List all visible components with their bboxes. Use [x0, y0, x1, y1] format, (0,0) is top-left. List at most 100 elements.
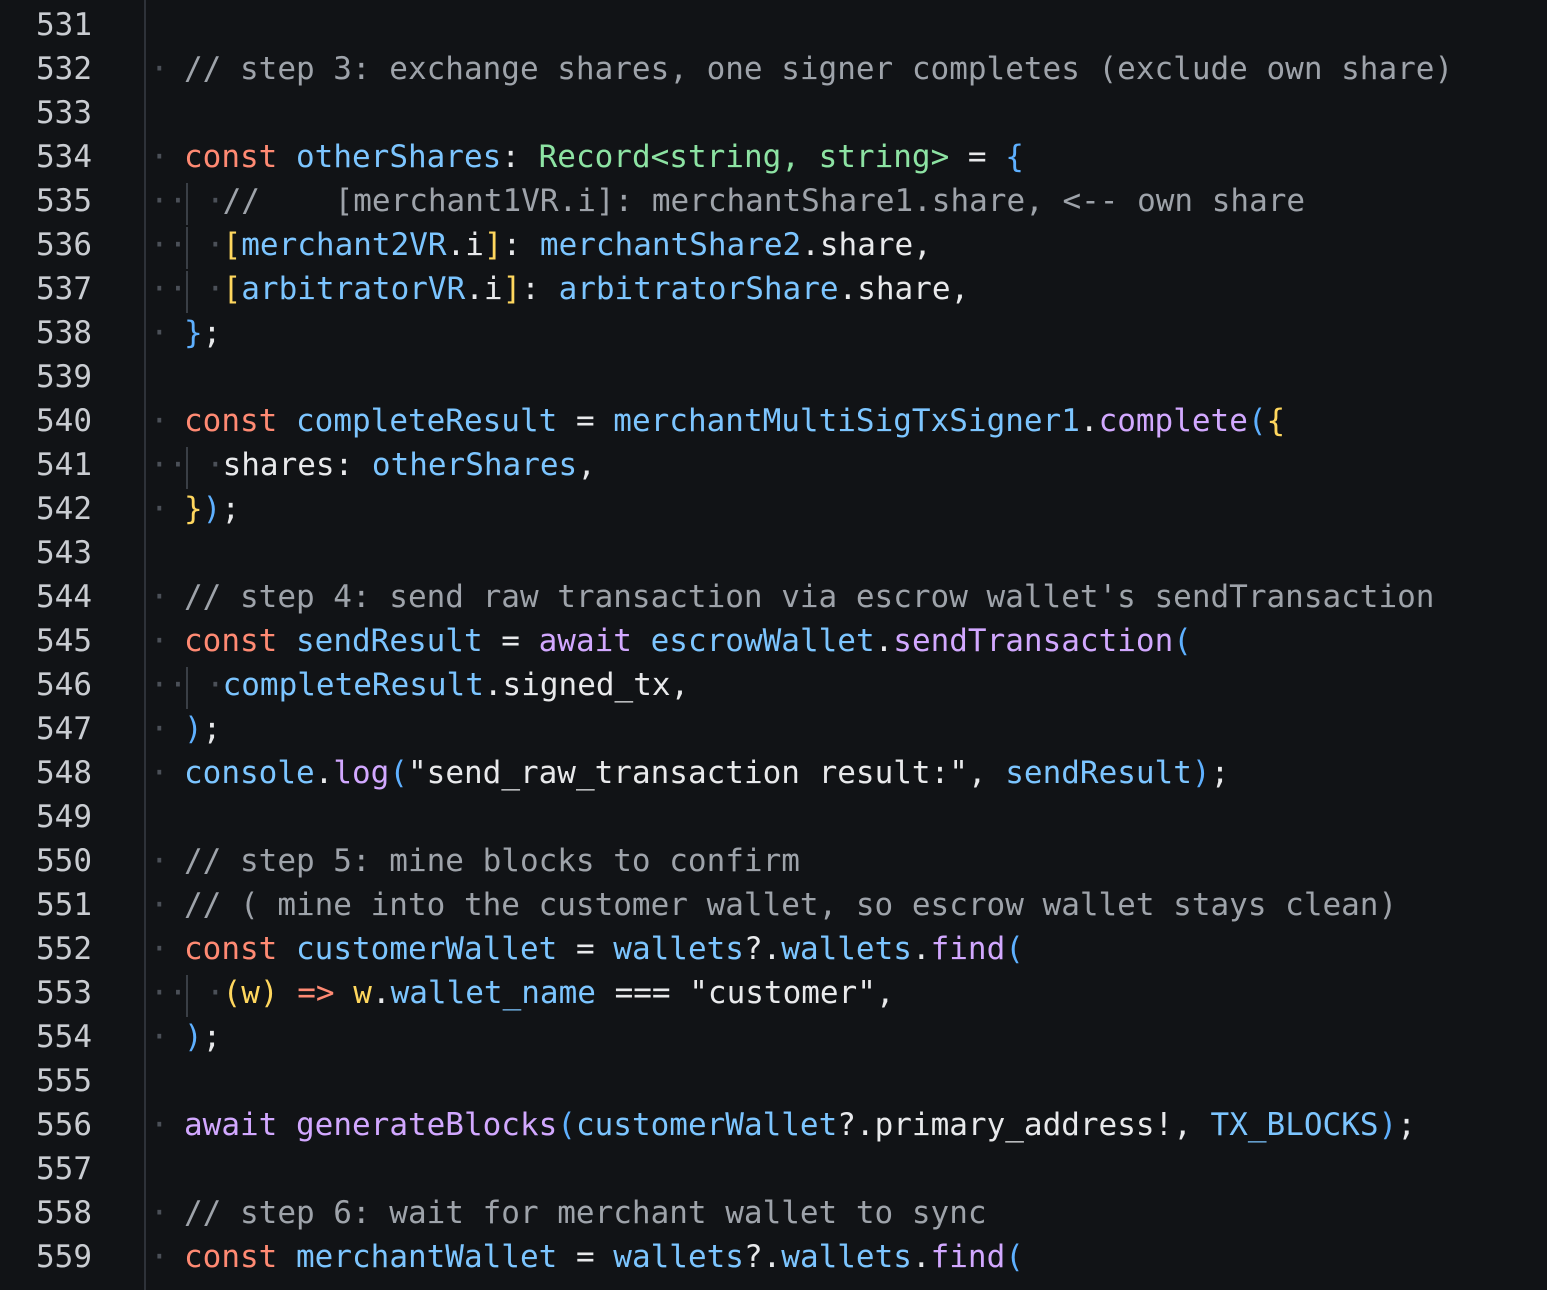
code-token: await [184, 1107, 278, 1143]
code-token: . [911, 931, 931, 967]
code-token: find [930, 931, 1006, 967]
code-token: merchantMultiSigTxSigner1 [613, 403, 1080, 439]
line-number: 532 [36, 51, 92, 87]
code-line[interactable]: }); [184, 487, 240, 531]
code-token: // step 3: exchange shares, one signer c… [184, 51, 1454, 87]
code-line[interactable]: shares: otherShares, [223, 443, 596, 487]
code-token: ] [502, 271, 522, 307]
code-token: : [501, 139, 539, 175]
whitespace-marker: · [150, 1195, 169, 1231]
code-token: ; [221, 491, 241, 527]
code-line[interactable]: const otherShares: Record<string, string… [184, 135, 1024, 179]
line-number: 553 [36, 975, 92, 1011]
code-token: const [184, 403, 278, 439]
code-line[interactable]: // step 5: mine blocks to confirm [184, 839, 800, 883]
code-line[interactable]: completeResult.signed_tx, [223, 663, 690, 707]
indent-guide [186, 271, 188, 313]
code-token: .share, [838, 271, 970, 307]
code-token: => [297, 975, 335, 1011]
code-token: = [557, 931, 614, 967]
code-token: sendTransaction [893, 623, 1174, 659]
code-line[interactable]: ); [184, 707, 221, 751]
whitespace-marker: · [150, 51, 169, 87]
code-line[interactable]: ); [184, 1015, 221, 1059]
code-token: . [314, 755, 334, 791]
line-number: 559 [36, 1239, 92, 1275]
line-number: 558 [36, 1195, 92, 1231]
line-number: 555 [36, 1063, 92, 1099]
code-token: ] [483, 227, 503, 263]
code-token: TX_BLOCKS [1210, 1107, 1379, 1143]
code-line[interactable]: const customerWallet = wallets?.wallets.… [184, 927, 1024, 971]
code-token: "customer" [689, 975, 876, 1011]
code-line[interactable]: await generateBlocks(customerWallet?.pri… [184, 1103, 1416, 1147]
code-token: { [1005, 139, 1024, 175]
code-token: } [184, 315, 203, 351]
code-line[interactable]: const merchantWallet = wallets?.wallets.… [184, 1235, 1024, 1279]
code-token: ( [389, 755, 408, 791]
indent-guide [186, 975, 188, 1017]
code-token: } [184, 491, 203, 527]
line-number: 537 [36, 271, 92, 307]
line-number: 544 [36, 579, 92, 615]
code-token: otherShares [296, 139, 502, 175]
code-token: // step 4: send raw transaction via escr… [184, 579, 1435, 615]
code-line[interactable]: // [merchant1VR.i]: merchantShare1.share… [223, 179, 1306, 223]
indent-guide [186, 183, 188, 225]
line-number: 535 [36, 183, 92, 219]
code-token: wallets [613, 1239, 744, 1275]
code-token: ; [202, 1019, 222, 1055]
code-token: = [557, 1239, 614, 1275]
code-line[interactable]: [arbitratorVR.i]: arbitratorShare.share, [223, 267, 970, 311]
line-number: 538 [36, 315, 92, 351]
code-token: . [371, 975, 391, 1011]
code-line[interactable]: console.log("send_raw_transaction result… [184, 751, 1229, 795]
code-token: merchantShare2 [539, 227, 802, 263]
code-line[interactable]: (w) => w.wallet_name === "customer", [223, 971, 895, 1015]
code-token: console [184, 755, 315, 791]
code-token: shares: [222, 447, 372, 483]
indent-guide [186, 447, 188, 489]
code-line[interactable]: [merchant2VR.i]: merchantShare2.share, [223, 223, 932, 267]
code-line[interactable]: const completeResult = merchantMultiSigT… [184, 399, 1285, 443]
code-area[interactable]: · // step 3: exchange shares, one signer … [146, 0, 1547, 1290]
code-token: ?.primary_address!, [837, 1107, 1211, 1143]
code-editor[interactable]: 531 532 533 534 535 536 537 538 539 540 541 542 543 5… [0, 0, 1547, 1290]
code-line[interactable]: }; [184, 311, 221, 355]
code-token: { [1266, 403, 1286, 439]
code-token: // step 5: mine blocks to confirm [184, 843, 800, 879]
code-line[interactable]: // step 3: exchange shares, one signer c… [184, 47, 1453, 91]
code-token: ?. [743, 1239, 782, 1275]
code-line[interactable]: // step 6: wait for merchant wallet to s… [184, 1191, 987, 1235]
line-number: 533 [36, 95, 92, 131]
whitespace-marker: · [150, 931, 169, 967]
code-token: === [595, 975, 690, 1011]
code-token: . [1079, 403, 1099, 439]
code-line[interactable]: // step 4: send raw transaction via escr… [184, 575, 1434, 619]
whitespace-marker: · [150, 579, 169, 615]
line-number: 531 [36, 7, 92, 43]
indent-guide [186, 227, 188, 269]
code-token: log [333, 755, 390, 791]
line-number: 547 [36, 711, 92, 747]
code-line[interactable]: // ( mine into the customer wallet, so e… [184, 883, 1397, 927]
line-number: 545 [36, 623, 92, 659]
code-token: . [911, 1239, 931, 1275]
code-token: , [875, 975, 895, 1011]
code-token: ; [1210, 755, 1230, 791]
code-token: ( [557, 1107, 576, 1143]
code-token: : [502, 227, 540, 263]
code-token: const [184, 139, 278, 175]
code-token: otherShares [371, 447, 578, 483]
code-token: ) [1378, 1107, 1398, 1143]
code-token: ) [184, 1019, 203, 1055]
code-line[interactable]: const sendResult = await escrowWallet.se… [184, 619, 1192, 663]
whitespace-marker: · [150, 315, 169, 351]
line-number: 551 [36, 887, 92, 923]
line-number: 552 [36, 931, 92, 967]
whitespace-marker: · [150, 755, 169, 791]
code-token: [ [222, 227, 242, 263]
